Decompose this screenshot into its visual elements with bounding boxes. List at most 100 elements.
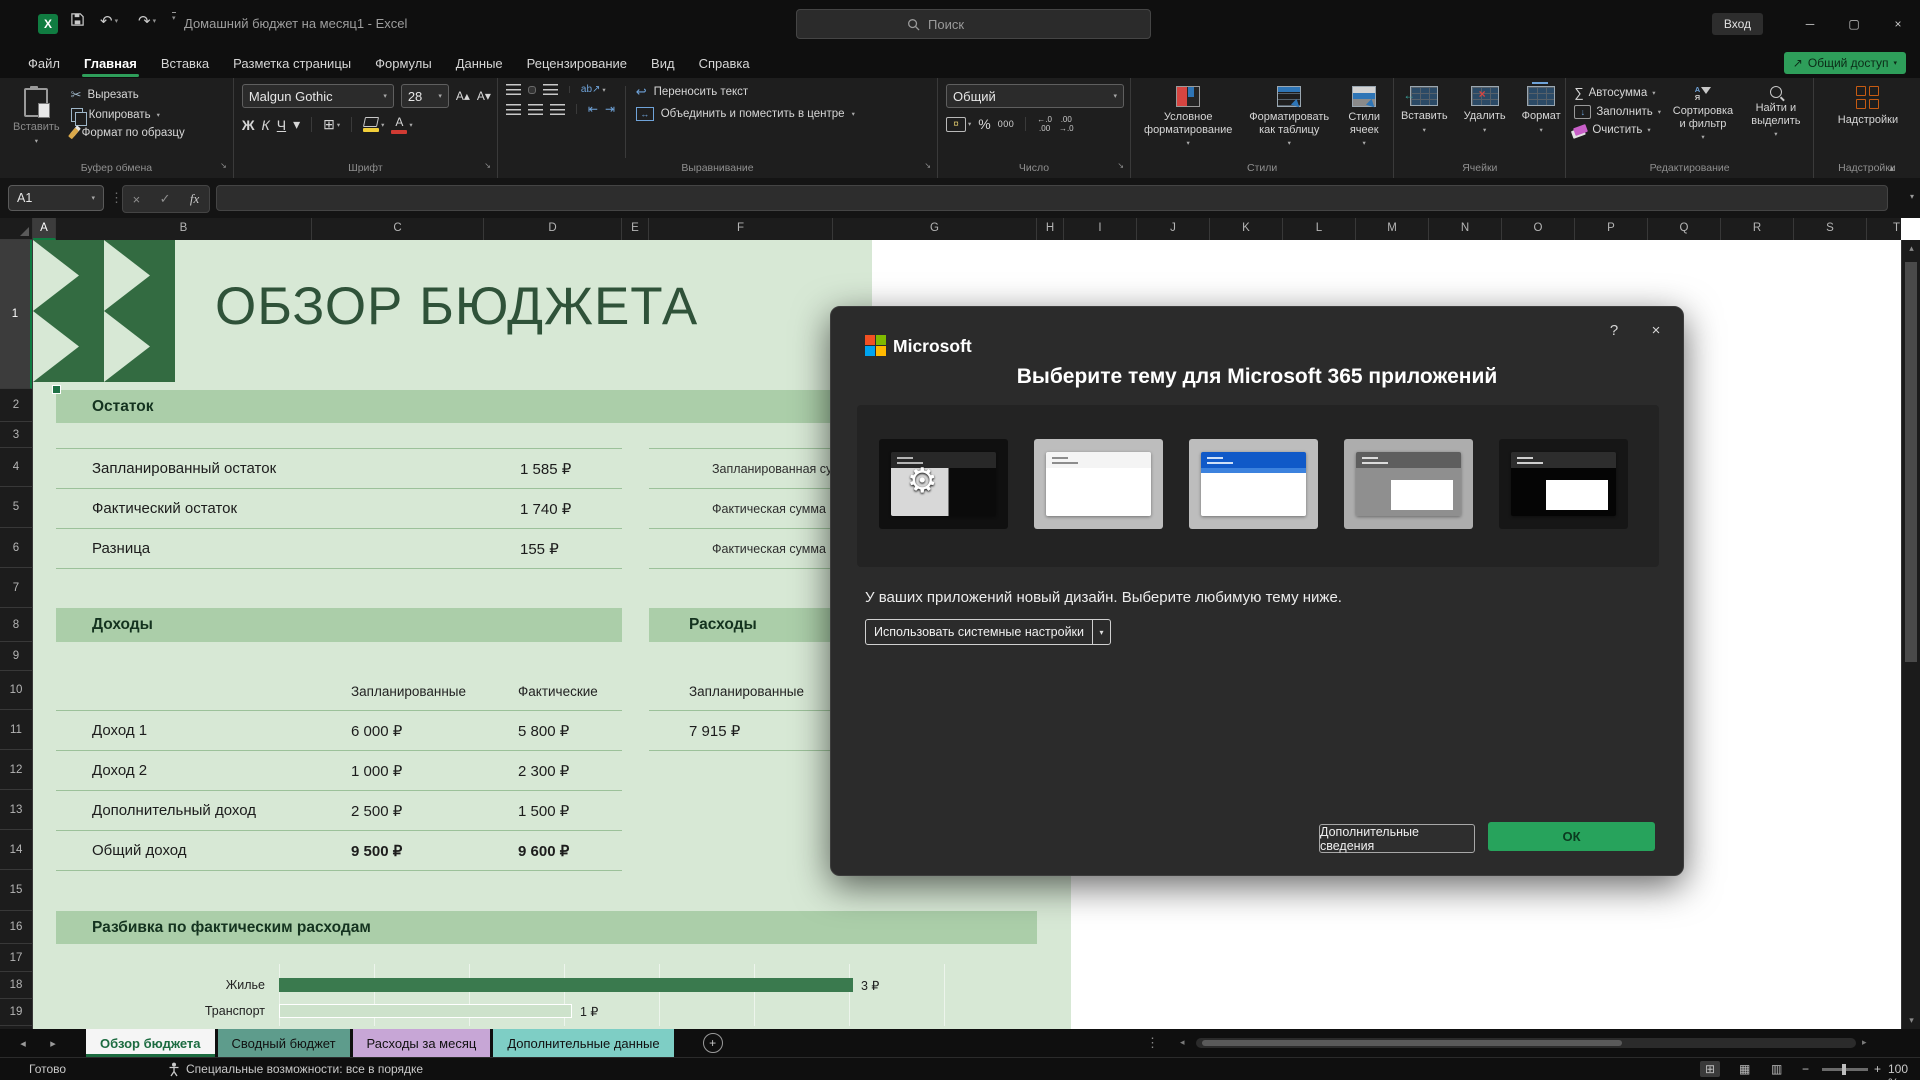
row-header-8[interactable]: 8 <box>0 608 32 642</box>
delete-cells-button[interactable]: × Удалить ▾ <box>1459 84 1511 136</box>
tab-help[interactable]: Справка <box>687 48 762 78</box>
tab-home[interactable]: Главная <box>72 48 149 78</box>
customize-quick-access-button[interactable]: ▾ <box>172 12 176 22</box>
dialog-launcher-icon[interactable]: ↘ <box>220 158 227 174</box>
column-header-g[interactable]: G <box>833 218 1037 240</box>
dialog-launcher-icon[interactable]: ↘ <box>1117 158 1124 174</box>
zoom-in-button[interactable]: + <box>1874 1062 1881 1076</box>
name-box[interactable]: A1▾ <box>8 185 104 211</box>
borders-button[interactable]: ⊞▾ <box>323 116 340 133</box>
scroll-down-icon[interactable]: ▾ <box>1902 1015 1920 1026</box>
tab-data[interactable]: Данные <box>444 48 515 78</box>
add-sheet-button[interactable]: + <box>703 1033 723 1053</box>
align-left-icon[interactable] <box>506 104 521 115</box>
bold-button[interactable]: Ж <box>242 117 255 133</box>
font-color-button[interactable]: А▾ <box>391 115 412 134</box>
grow-font-button[interactable]: А▴ <box>456 89 470 103</box>
comma-style-button[interactable]: 000 <box>998 119 1015 129</box>
dialog-close-button[interactable]: × <box>1643 317 1669 343</box>
zoom-slider-thumb[interactable] <box>1842 1064 1846 1075</box>
row-header-5[interactable]: 5 <box>0 487 32 528</box>
column-header-m[interactable]: M <box>1356 218 1429 240</box>
accounting-format-button[interactable]: ¤▾ <box>946 117 971 132</box>
active-cell-fill-handle[interactable] <box>52 385 61 394</box>
more-info-button[interactable]: Дополнительные сведения <box>1319 824 1475 853</box>
column-header-b[interactable]: B <box>56 218 312 240</box>
zoom-level[interactable]: 100 % <box>1888 1062 1920 1080</box>
zoom-out-button[interactable]: − <box>1802 1062 1809 1076</box>
align-bottom-icon[interactable] <box>543 84 558 95</box>
scroll-up-icon[interactable]: ▴ <box>1902 243 1920 254</box>
vertical-scroll-thumb[interactable] <box>1905 262 1917 662</box>
row-header-3[interactable]: 3 <box>0 422 32 448</box>
format-as-table-button[interactable]: Форматировать как таблицу ▾ <box>1243 84 1335 150</box>
column-header-r[interactable]: R <box>1721 218 1794 240</box>
underline-button[interactable]: Ч <box>277 117 286 133</box>
shrink-font-button[interactable]: А▾ <box>477 89 491 103</box>
copy-button[interactable]: Копировать▾ <box>71 108 185 122</box>
tab-formulas[interactable]: Формулы <box>363 48 444 78</box>
dialog-launcher-icon[interactable]: ↘ <box>924 158 931 174</box>
sheet-tab-summary[interactable]: Сводный бюджет <box>218 1029 350 1057</box>
view-normal-icon[interactable]: ⊞ <box>1700 1061 1720 1077</box>
search-box[interactable]: Поиск <box>796 9 1151 39</box>
row-header-1[interactable]: 1 <box>0 240 32 389</box>
column-header-e[interactable]: E <box>622 218 649 240</box>
align-center-icon[interactable] <box>528 104 543 115</box>
sheet-nav-right-icon[interactable]: ▸ <box>38 1029 68 1057</box>
ok-button[interactable]: ОК <box>1488 822 1655 851</box>
row-header-11[interactable]: 11 <box>0 710 32 750</box>
chevron-down-icon[interactable]: ▾ <box>293 116 300 133</box>
column-header-i[interactable]: I <box>1064 218 1137 240</box>
column-header-d[interactable]: D <box>484 218 622 240</box>
maximize-button[interactable]: ▢ <box>1832 0 1876 48</box>
column-header-c[interactable]: C <box>312 218 484 240</box>
select-all-corner[interactable] <box>0 218 33 240</box>
row-header-2[interactable]: 2 <box>0 389 32 422</box>
row-header-7[interactable]: 7 <box>0 568 32 608</box>
align-top-icon[interactable] <box>506 84 521 95</box>
row-header-18[interactable]: 18 <box>0 972 32 999</box>
theme-dark-gray-card[interactable] <box>1344 439 1473 529</box>
row-header-16[interactable]: 16 <box>0 911 32 944</box>
hscroll-left-icon[interactable]: ◂ <box>1180 1037 1185 1048</box>
column-header-l[interactable]: L <box>1283 218 1356 240</box>
column-header-h[interactable]: H <box>1037 218 1064 240</box>
zoom-slider[interactable] <box>1822 1068 1868 1071</box>
clear-button[interactable]: Очистить▾ <box>1574 124 1661 136</box>
align-right-icon[interactable] <box>550 104 565 115</box>
fill-color-button[interactable]: ▾ <box>363 117 384 132</box>
column-header-a[interactable]: A <box>33 218 56 240</box>
merge-center-button[interactable]: ↔ Объединить и поместить в центре ▾ <box>636 107 931 121</box>
fill-button[interactable]: ↓Заполнить▾ <box>1574 105 1661 119</box>
paste-button[interactable]: Вставить ▾ <box>8 84 65 147</box>
expand-formula-bar-icon[interactable]: ▾ <box>1910 192 1914 201</box>
redo-button[interactable]: ↷▾ <box>138 12 156 30</box>
column-header-k[interactable]: K <box>1210 218 1283 240</box>
column-header-q[interactable]: Q <box>1648 218 1721 240</box>
theme-light-card[interactable] <box>1034 439 1163 529</box>
decrease-decimal-button[interactable]: .00→.0 <box>1059 115 1074 133</box>
share-button[interactable]: ↗ Общий доступ ▾ <box>1784 52 1906 74</box>
column-header-t[interactable]: T <box>1867 218 1901 240</box>
dialog-launcher-icon[interactable]: ↘ <box>484 158 491 174</box>
theme-black-card[interactable] <box>1499 439 1628 529</box>
sheet-tab-monthly-expenses[interactable]: Расходы за месяц <box>353 1029 491 1057</box>
column-header-o[interactable]: O <box>1502 218 1575 240</box>
view-page-break-icon[interactable]: ▥ <box>1766 1061 1787 1077</box>
tab-page-layout[interactable]: Разметка страницы <box>221 48 363 78</box>
row-header-4[interactable]: 4 <box>0 448 32 487</box>
row-header-13[interactable]: 13 <box>0 790 32 830</box>
decrease-indent-button[interactable]: ⇤ <box>588 102 598 116</box>
format-cells-button[interactable]: Формат ▾ <box>1517 84 1566 136</box>
row-header-6[interactable]: 6 <box>0 528 32 568</box>
tab-view[interactable]: Вид <box>639 48 687 78</box>
sheet-nav-left-icon[interactable]: ◂ <box>8 1029 38 1057</box>
hscroll-right-icon[interactable]: ▸ <box>1862 1037 1867 1048</box>
theme-dropdown[interactable]: Использовать системные настройки ▾ <box>865 619 1111 645</box>
cancel-entry-icon[interactable]: × <box>133 192 141 207</box>
row-header-17[interactable]: 17 <box>0 944 32 972</box>
row-header-19[interactable]: 19 <box>0 999 32 1026</box>
save-icon[interactable] <box>70 12 85 27</box>
row-header-12[interactable]: 12 <box>0 750 32 790</box>
